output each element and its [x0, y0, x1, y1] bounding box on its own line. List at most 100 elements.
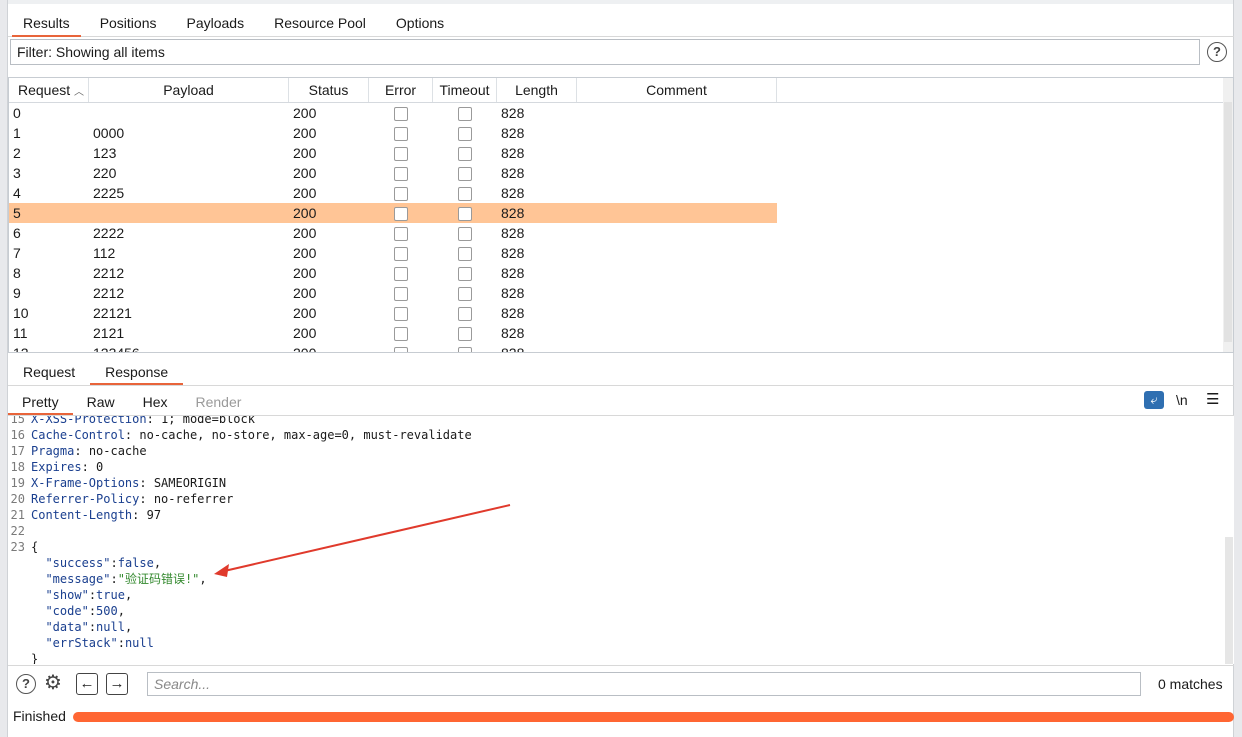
timeout-checkbox[interactable] — [458, 147, 472, 162]
response-viewer[interactable]: 15 X-XSS-Protection: 1; mode=block 16 Cache… — [8, 416, 1234, 664]
error-checkbox[interactable] — [394, 147, 408, 162]
tab-response[interactable]: Response — [90, 361, 184, 385]
error-checkbox[interactable] — [394, 267, 408, 282]
column-header-payload[interactable]: Payload — [89, 78, 289, 102]
timeout-checkbox[interactable] — [458, 187, 472, 202]
column-header-request[interactable]: Request ︿ — [9, 78, 89, 102]
json-value: null — [124, 636, 154, 650]
timeout-checkbox[interactable] — [458, 327, 472, 342]
tab-results[interactable]: Results — [8, 10, 85, 37]
table-row[interactable]: 0 200 828 — [9, 103, 1223, 123]
error-checkbox[interactable] — [394, 227, 408, 242]
code-line: 20 Referrer-Policy: no-referrer — [8, 491, 234, 507]
tab-raw[interactable]: Raw — [73, 391, 129, 414]
cell-request: 4 — [13, 185, 21, 201]
timeout-checkbox[interactable] — [458, 127, 472, 142]
cell-comment — [577, 183, 777, 203]
hamburger-menu-icon[interactable]: ☰ — [1206, 391, 1219, 409]
header-value: SAMEORIGIN — [153, 476, 227, 490]
table-row[interactable]: 4 2225 200 828 — [9, 183, 1223, 203]
table-row[interactable]: 7 112 200 828 — [9, 243, 1223, 263]
error-checkbox[interactable] — [394, 127, 408, 142]
error-checkbox[interactable] — [394, 327, 408, 342]
timeout-checkbox[interactable] — [458, 107, 472, 122]
tab-positions[interactable]: Positions — [85, 10, 172, 36]
error-checkbox[interactable] — [394, 167, 408, 182]
results-table: Request ︿ Payload Status Error Timeout L… — [8, 77, 1234, 353]
help-icon[interactable]: ? — [1207, 42, 1227, 62]
table-scrollbar[interactable] — [1223, 78, 1233, 352]
table-row[interactable]: 8 2212 200 828 — [9, 263, 1223, 283]
newline-toggle-icon[interactable]: \n — [1176, 391, 1188, 409]
column-header-comment[interactable]: Comment — [577, 78, 777, 102]
left-window-edge — [0, 0, 8, 737]
tab-render[interactable]: Render — [182, 391, 256, 414]
cell-comment — [577, 343, 777, 352]
line-number: 23 — [10, 540, 25, 554]
timeout-checkbox[interactable] — [458, 207, 472, 222]
column-header-timeout[interactable]: Timeout — [433, 78, 497, 102]
intruder-results-window: Results Positions Payloads Resource Pool… — [0, 0, 1242, 737]
timeout-checkbox[interactable] — [458, 347, 472, 352]
error-checkbox[interactable] — [394, 187, 408, 202]
attack-tabs: Results Positions Payloads Resource Pool… — [8, 8, 1234, 37]
table-row[interactable]: 3 220 200 828 — [9, 163, 1223, 183]
table-row[interactable]: 6 2222 200 828 — [9, 223, 1223, 243]
cell-payload: 2121 — [93, 325, 125, 341]
table-row[interactable]: 10 22121 200 828 — [9, 303, 1223, 323]
error-checkbox[interactable] — [394, 207, 408, 222]
column-header-error[interactable]: Error — [369, 78, 433, 102]
scrollbar-thumb[interactable] — [1224, 102, 1232, 342]
cell-timeout — [433, 103, 497, 123]
previous-match-button[interactable]: ← — [76, 673, 98, 695]
column-header-status[interactable]: Status — [289, 78, 369, 102]
next-match-button[interactable]: → — [106, 673, 128, 695]
json-line: "show":true, — [45, 588, 133, 602]
timeout-checkbox[interactable] — [458, 267, 472, 282]
error-checkbox[interactable] — [394, 287, 408, 302]
table-row[interactable]: 1 0000 200 828 — [9, 123, 1223, 143]
cell-length: 828 — [501, 165, 525, 181]
error-checkbox[interactable] — [394, 107, 408, 122]
tab-request[interactable]: Request — [8, 361, 90, 384]
cell-comment — [577, 303, 777, 323]
tab-resource-pool[interactable]: Resource Pool — [259, 10, 381, 36]
error-checkbox[interactable] — [394, 247, 408, 262]
timeout-checkbox[interactable] — [458, 287, 472, 302]
cell-error — [369, 183, 433, 203]
cell-comment — [577, 223, 777, 243]
column-label: Request — [18, 82, 71, 98]
search-input[interactable] — [147, 672, 1141, 696]
timeout-checkbox[interactable] — [458, 227, 472, 242]
json-line: "code":500, — [45, 604, 125, 618]
tab-pretty[interactable]: Pretty — [8, 391, 73, 415]
filter-bar[interactable]: Filter: Showing all items — [10, 39, 1200, 65]
cell-timeout — [433, 203, 497, 223]
table-row[interactable]: 2 123 200 828 — [9, 143, 1223, 163]
timeout-checkbox[interactable] — [458, 307, 472, 322]
json-value: 500 — [96, 604, 118, 618]
timeout-checkbox[interactable] — [458, 247, 472, 262]
line-number: 17 — [10, 444, 25, 458]
scrollbar-thumb[interactable] — [1225, 537, 1233, 664]
timeout-checkbox[interactable] — [458, 167, 472, 182]
tab-options[interactable]: Options — [381, 10, 459, 36]
help-icon[interactable]: ? — [16, 674, 36, 694]
error-checkbox[interactable] — [394, 307, 408, 322]
cell-request: 2 — [13, 145, 21, 161]
cell-status: 200 — [289, 203, 369, 223]
response-scrollbar[interactable] — [1224, 416, 1234, 664]
table-row[interactable]: 11 2121 200 828 — [9, 323, 1223, 343]
table-row[interactable]: 5 200 828 — [9, 203, 1223, 223]
cell-timeout — [433, 343, 497, 352]
table-row[interactable]: 12 123456 200 828 — [9, 343, 1223, 352]
gear-icon[interactable]: ⚙ — [44, 672, 62, 694]
json-value: "验证码错误!" — [117, 572, 200, 586]
table-row[interactable]: 9 2212 200 828 — [9, 283, 1223, 303]
cell-error — [369, 283, 433, 303]
tab-payloads[interactable]: Payloads — [172, 10, 260, 36]
tab-hex[interactable]: Hex — [129, 391, 182, 414]
column-header-length[interactable]: Length — [497, 78, 577, 102]
error-checkbox[interactable] — [394, 347, 408, 352]
word-wrap-icon[interactable]: ⤶ — [1144, 391, 1164, 409]
